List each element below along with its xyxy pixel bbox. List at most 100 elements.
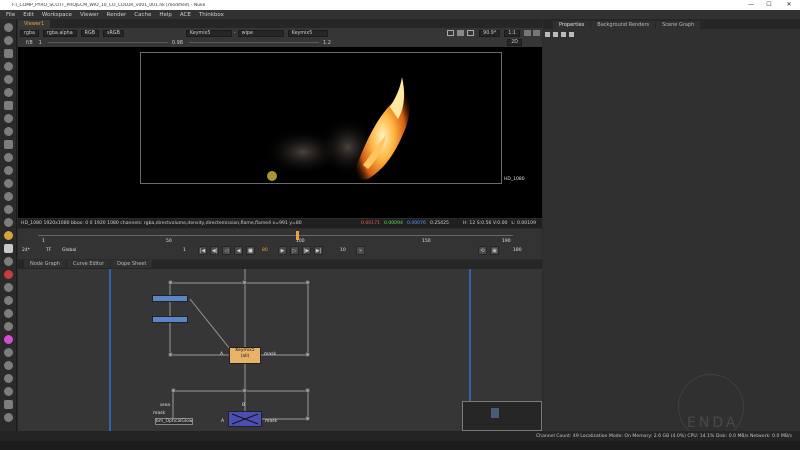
plugin-3-icon[interactable] xyxy=(4,296,13,305)
gamma-slider[interactable] xyxy=(188,42,319,43)
viewer-viewport[interactable]: HD_1080 xyxy=(18,47,542,218)
node-graph-minimap[interactable] xyxy=(462,401,542,431)
time-tool-icon[interactable] xyxy=(4,49,13,58)
play-forward-button[interactable]: ▶ xyxy=(278,246,287,255)
node-keymix[interactable]: Keymix5 (all) xyxy=(229,347,261,364)
gain-value[interactable]: 0.98 xyxy=(172,40,183,46)
colorspace-dropdown[interactable]: RGB xyxy=(80,29,100,37)
tab-scene-graph[interactable]: Scene Graph xyxy=(656,21,701,29)
gain-slider[interactable] xyxy=(47,42,168,43)
tab-curve-editor[interactable]: Curve Editor xyxy=(66,260,111,268)
red-plugin-icon[interactable] xyxy=(4,270,13,279)
settings-icon[interactable] xyxy=(533,30,540,36)
maximize-button[interactable]: ☐ xyxy=(762,0,776,10)
image-tool-icon[interactable] xyxy=(4,23,13,32)
plugin-9-icon[interactable] xyxy=(4,374,13,383)
deep-tool-icon[interactable] xyxy=(4,192,13,201)
channels-dropdown[interactable]: rgba xyxy=(20,29,39,37)
node-optical-glow-label[interactable]: bm_OpticalGlow xyxy=(155,418,193,425)
other-tool-icon[interactable] xyxy=(4,218,13,227)
tab-node-graph[interactable]: Node Graph xyxy=(24,260,66,268)
first-frame-button[interactable]: |◀ xyxy=(198,246,207,255)
input-b-dropdown[interactable]: wipe xyxy=(237,29,284,37)
prev-keyframe-button[interactable]: ◀| xyxy=(210,246,219,255)
plugin-11-icon[interactable] xyxy=(4,400,13,409)
prev-frame-button[interactable]: ◁ xyxy=(222,246,231,255)
metadata-tool-icon[interactable] xyxy=(4,166,13,175)
playhead[interactable] xyxy=(296,231,299,240)
node-graph-canvas[interactable]: Keymix5 (all) A mask area mask B bm_Opti… xyxy=(18,269,542,431)
transform-tool-icon[interactable] xyxy=(4,127,13,136)
plugin-10-icon[interactable] xyxy=(4,387,13,396)
tab-dope-sheet[interactable]: Dope Sheet xyxy=(111,260,153,268)
menu-viewer[interactable]: Viewer xyxy=(80,12,99,18)
dot-node[interactable] xyxy=(242,280,247,285)
close-button[interactable]: ✕ xyxy=(782,0,796,10)
dot-node[interactable] xyxy=(168,352,173,357)
dot-node[interactable] xyxy=(168,280,173,285)
plugin-4-icon[interactable] xyxy=(4,309,13,318)
current-frame-field[interactable]: 80 xyxy=(262,248,268,253)
plugin-tool-icon[interactable] xyxy=(4,257,13,266)
ratio-dropdown[interactable]: 1:1 xyxy=(504,29,520,37)
menu-cache[interactable]: Cache xyxy=(134,12,151,18)
views-tool-icon[interactable] xyxy=(4,153,13,162)
next-frame-button[interactable]: ▷ xyxy=(290,246,299,255)
menu-file[interactable]: File xyxy=(6,12,15,18)
fps-field[interactable]: 24* xyxy=(22,248,30,253)
last-frame-button[interactable]: ▶| xyxy=(314,246,323,255)
keyer-tool-icon[interactable] xyxy=(4,101,13,110)
filter-tool-icon[interactable] xyxy=(4,88,13,97)
menu-render[interactable]: Render xyxy=(107,12,127,18)
guides-icon[interactable] xyxy=(467,30,475,36)
next-keyframe-button[interactable]: |▶ xyxy=(302,246,311,255)
plugin-8-icon[interactable] xyxy=(4,361,13,370)
tab-properties[interactable]: Properties xyxy=(553,21,591,29)
step-forward-button[interactable]: » xyxy=(356,246,365,255)
dot-node[interactable] xyxy=(171,388,176,393)
3d-tool-icon[interactable] xyxy=(4,140,13,149)
draw-tool-icon[interactable] xyxy=(4,36,13,45)
loop-mode-button[interactable]: ⟲ xyxy=(478,246,487,255)
roi-icon[interactable] xyxy=(447,30,455,36)
plugin-12-icon[interactable] xyxy=(4,413,13,422)
menu-workspace[interactable]: Workspace xyxy=(42,12,72,18)
proxy-icon[interactable] xyxy=(457,30,465,36)
frame-field[interactable]: 1 xyxy=(39,40,42,46)
gizmo-folder-icon[interactable] xyxy=(4,231,13,240)
range-dropdown[interactable]: Global xyxy=(62,248,76,253)
clear-panels-icon[interactable] xyxy=(561,32,566,37)
toolsets-tool-icon[interactable] xyxy=(4,205,13,214)
float-panel-icon[interactable] xyxy=(569,32,574,37)
gamma-value[interactable]: 1.2 xyxy=(323,40,331,46)
menu-edit[interactable]: Edit xyxy=(23,12,34,18)
max-panels-icon[interactable] xyxy=(545,32,550,37)
tab-background-renders[interactable]: Background Renders xyxy=(591,21,656,29)
display-dropdown[interactable]: sRGB xyxy=(103,29,124,37)
node-optical-glow[interactable] xyxy=(228,411,262,427)
menu-thinkbox[interactable]: Thinkbox xyxy=(199,12,224,18)
snapshot-icon[interactable] xyxy=(524,30,531,36)
dot-node[interactable] xyxy=(305,416,310,421)
stop-button[interactable]: ■ xyxy=(246,246,255,255)
dot-node[interactable] xyxy=(305,388,310,393)
merge-tool-icon[interactable] xyxy=(4,114,13,123)
dot-node[interactable] xyxy=(242,388,247,393)
channel-tool-icon[interactable] xyxy=(4,62,13,71)
particles-tool-icon[interactable] xyxy=(4,179,13,188)
lock-icon[interactable] xyxy=(553,32,558,37)
dot-node[interactable] xyxy=(305,280,310,285)
menu-help[interactable]: Help xyxy=(159,12,172,18)
plugin-2-icon[interactable] xyxy=(4,283,13,292)
node-blue-2[interactable] xyxy=(152,316,188,323)
timeline-track[interactable] xyxy=(38,235,513,236)
plugin-7-icon[interactable] xyxy=(4,348,13,357)
view-mode-dropdown[interactable]: 2D xyxy=(507,39,522,46)
start-frame-field[interactable]: 1 xyxy=(183,248,186,253)
plugin-5-icon[interactable] xyxy=(4,322,13,331)
tab-viewer1[interactable]: Viewer1 xyxy=(18,20,51,28)
alpha-dropdown[interactable]: rgba.alpha xyxy=(42,29,77,37)
menu-ace[interactable]: ACE xyxy=(180,12,191,18)
dot-node[interactable] xyxy=(305,352,310,357)
zoom-dropdown[interactable]: 90.9* xyxy=(479,29,501,37)
